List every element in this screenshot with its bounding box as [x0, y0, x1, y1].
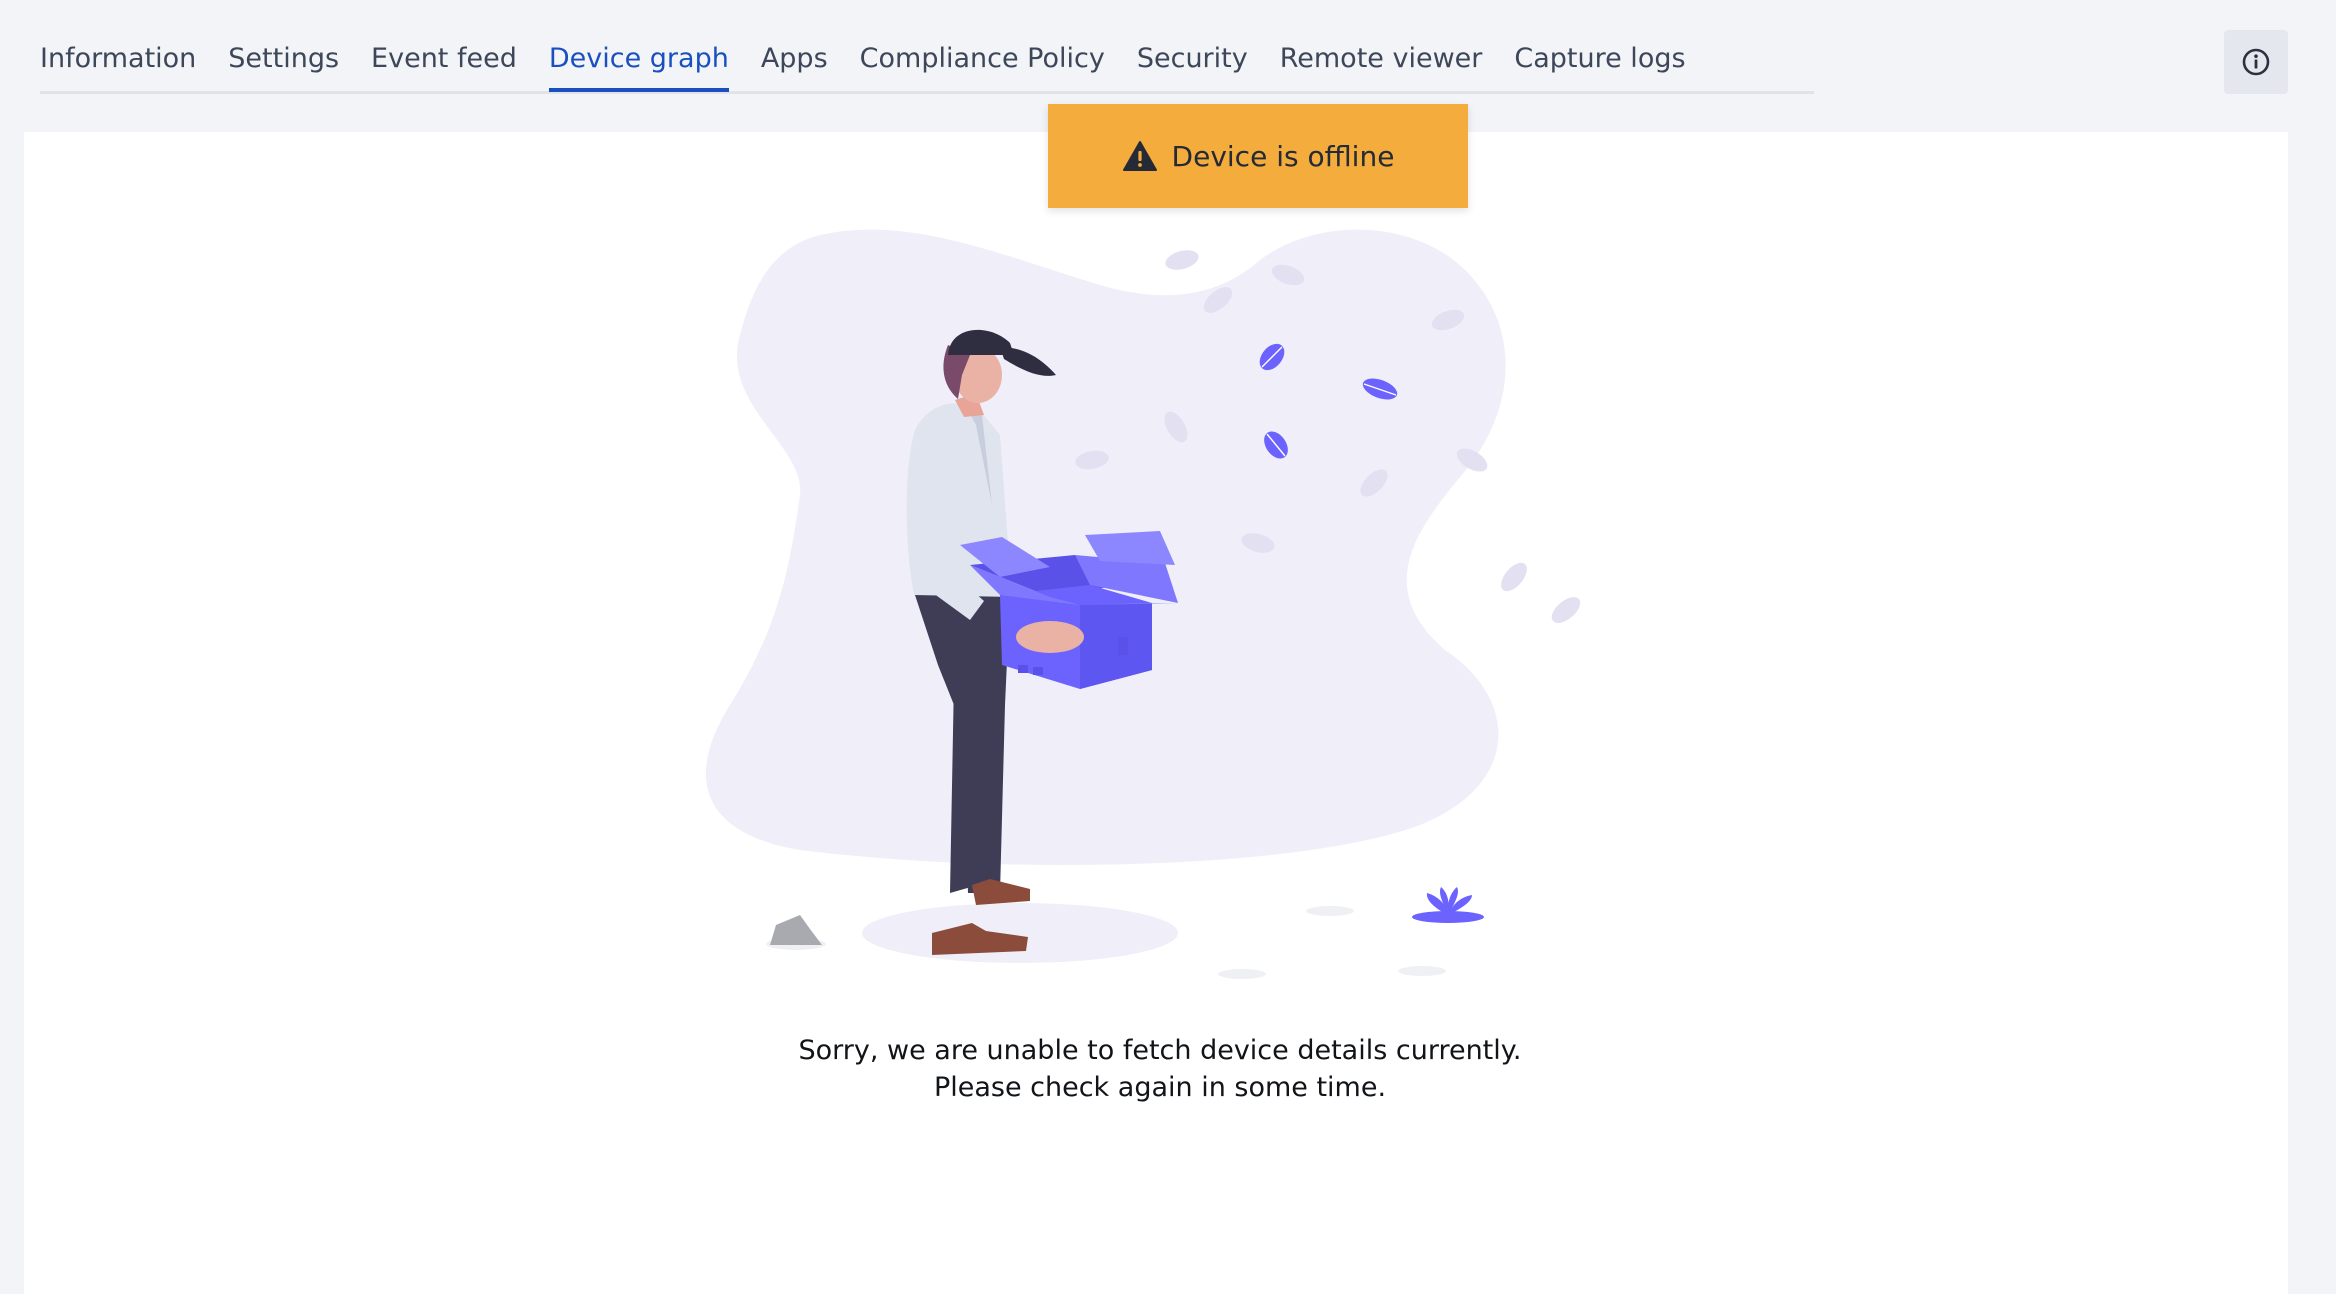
tab-compliance-policy[interactable]: Compliance Policy	[860, 28, 1105, 92]
tab-information[interactable]: Information	[40, 28, 196, 92]
tab-device-graph[interactable]: Device graph	[548, 28, 729, 92]
tab-event-feed[interactable]: Event feed	[371, 28, 517, 92]
tab-settings[interactable]: Settings	[228, 28, 339, 92]
offline-banner: Device is offline	[1048, 104, 1468, 208]
empty-state-message-line1: Sorry, we are unable to fetch device det…	[798, 1035, 1522, 1066]
warning-icon	[1122, 141, 1157, 171]
tab-bar: Information Settings Event feed Device g…	[40, 30, 1814, 94]
info-circle-icon	[2242, 48, 2270, 76]
offline-banner-text: Device is offline	[1171, 139, 1395, 173]
plant	[1412, 887, 1484, 923]
tab-capture-logs[interactable]: Capture logs	[1514, 28, 1685, 92]
tab-remote-viewer[interactable]: Remote viewer	[1280, 28, 1483, 92]
info-button[interactable]	[2224, 30, 2288, 94]
empty-state-message: Sorry, we are unable to fetch device det…	[660, 1032, 1660, 1106]
person-holding-box-illustration	[705, 229, 1581, 979]
empty-state-message-line2: Please check again in some time.	[933, 1072, 1387, 1103]
rock	[770, 915, 822, 945]
tab-security[interactable]: Security	[1137, 28, 1248, 92]
tab-apps[interactable]: Apps	[761, 28, 828, 92]
